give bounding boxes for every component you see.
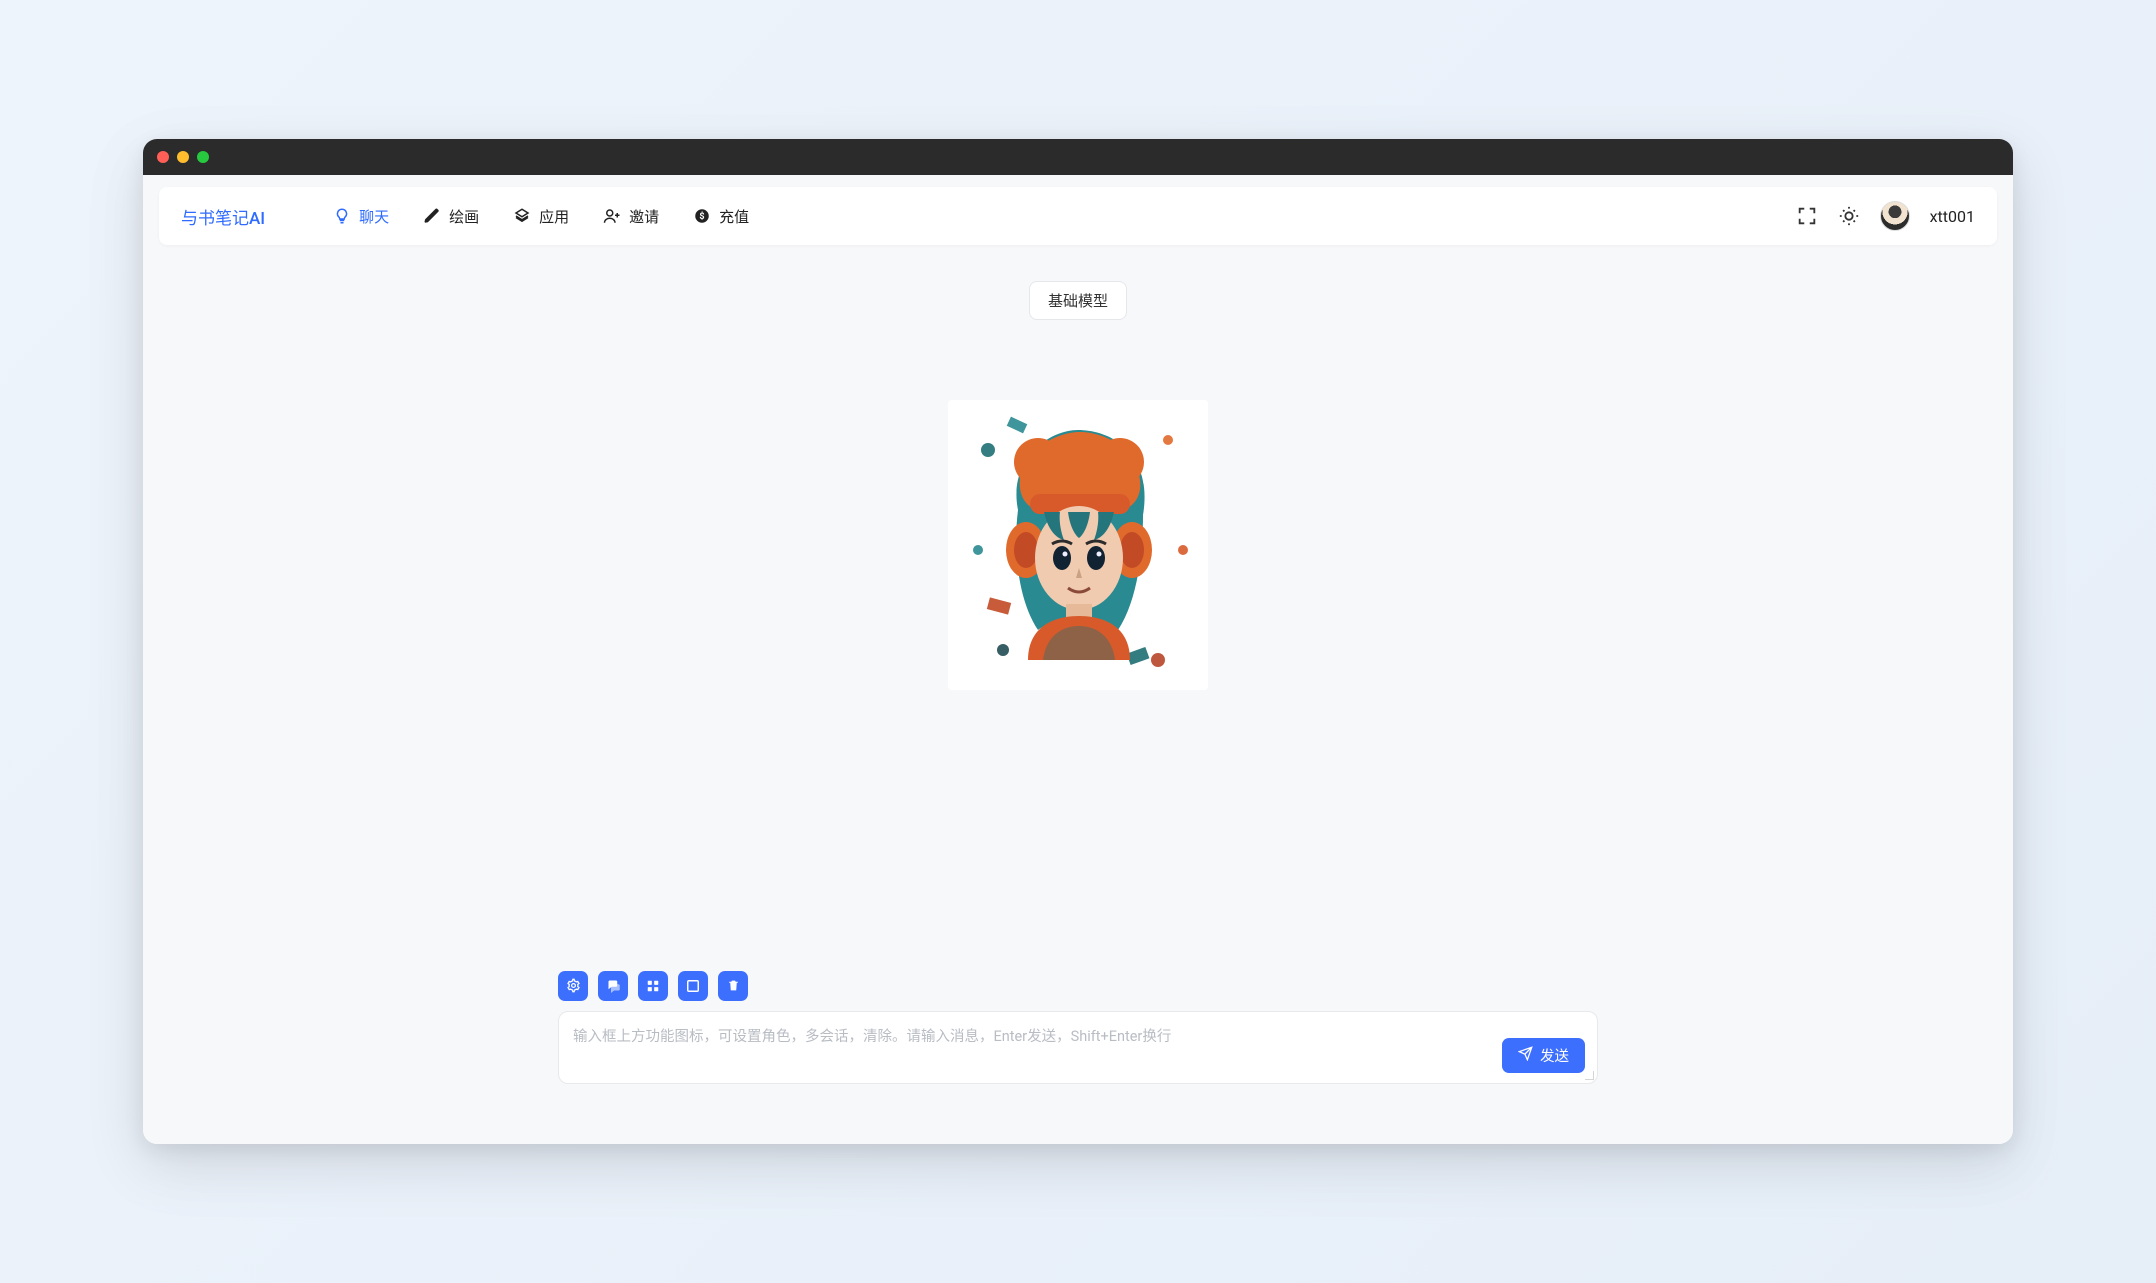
clear-button[interactable] <box>718 971 748 1001</box>
send-label: 发送 <box>1540 1045 1569 1066</box>
apps-icon <box>513 207 531 225</box>
username[interactable]: xtt001 <box>1930 207 1975 226</box>
expand-button[interactable] <box>678 971 708 1001</box>
nav-right: xtt001 <box>1796 201 1975 231</box>
model-selector[interactable]: 基础模型 <box>1029 281 1127 320</box>
app-body: 与书笔记AI 聊天 绘画 <box>143 175 2013 1144</box>
svg-text:$: $ <box>700 211 705 222</box>
message-input-box: 发送 <box>558 1011 1598 1085</box>
top-nav: 与书笔记AI 聊天 绘画 <box>159 187 1997 245</box>
role-settings-button[interactable] <box>558 971 588 1001</box>
nav-label: 聊天 <box>359 206 389 227</box>
window-close-icon[interactable] <box>157 151 169 163</box>
nav-item-invite[interactable]: 邀请 <box>603 206 659 227</box>
invite-icon <box>603 207 621 225</box>
nav-item-apps[interactable]: 应用 <box>513 206 569 227</box>
resize-handle-icon[interactable] <box>1584 1070 1594 1080</box>
window-maximize-icon[interactable] <box>197 151 209 163</box>
nav-item-chat[interactable]: 聊天 <box>333 206 389 227</box>
fullscreen-icon[interactable] <box>1796 205 1818 227</box>
nav-label: 绘画 <box>449 206 479 227</box>
window-minimize-icon[interactable] <box>177 151 189 163</box>
content-area: 基础模型 <box>143 245 2013 1144</box>
nav-items: 聊天 绘画 应用 <box>333 206 749 227</box>
avatar[interactable] <box>1880 201 1910 231</box>
hero-image <box>948 400 1208 690</box>
app-window: 与书笔记AI 聊天 绘画 <box>143 139 2013 1144</box>
pencil-icon <box>423 207 441 225</box>
send-button[interactable]: 发送 <box>1502 1038 1585 1073</box>
brand-title: 与书笔记AI <box>181 204 265 229</box>
nav-item-recharge[interactable]: $ 充值 <box>693 206 749 227</box>
nav-label: 应用 <box>539 206 569 227</box>
apps-mini-button[interactable] <box>638 971 668 1001</box>
nav-label: 邀请 <box>629 206 659 227</box>
nav-item-draw[interactable]: 绘画 <box>423 206 479 227</box>
input-zone: 发送 <box>558 971 1598 1085</box>
theme-toggle-icon[interactable] <box>1838 205 1860 227</box>
nav-label: 充值 <box>719 206 749 227</box>
send-icon <box>1518 1046 1533 1065</box>
coin-icon: $ <box>693 207 711 225</box>
message-input[interactable] <box>571 1022 1490 1074</box>
multi-session-button[interactable] <box>598 971 628 1001</box>
input-toolbar <box>558 971 1598 1001</box>
window-titlebar <box>143 139 2013 175</box>
bulb-icon <box>333 207 351 225</box>
